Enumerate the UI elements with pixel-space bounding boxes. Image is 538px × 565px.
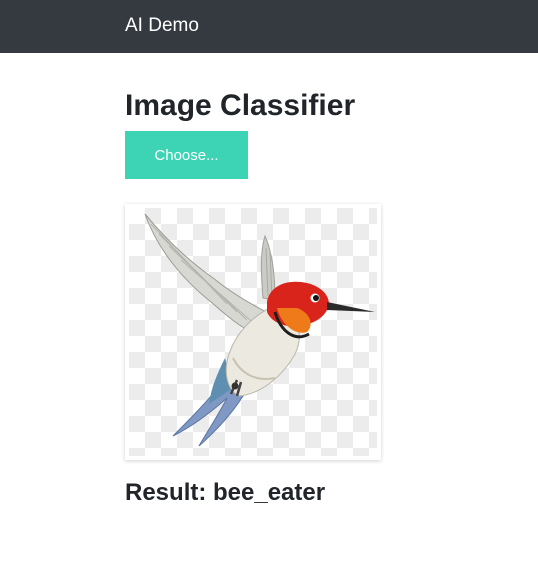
result-text: Result: bee_eater <box>125 479 326 506</box>
page-title: Image Classifier <box>125 89 356 122</box>
navbar-brand[interactable]: AI Demo <box>125 14 199 38</box>
image-preview <box>125 204 381 460</box>
bird-image <box>144 213 375 447</box>
choose-file-button[interactable]: Choose... <box>125 131 248 179</box>
navbar: AI Demo <box>0 0 538 53</box>
